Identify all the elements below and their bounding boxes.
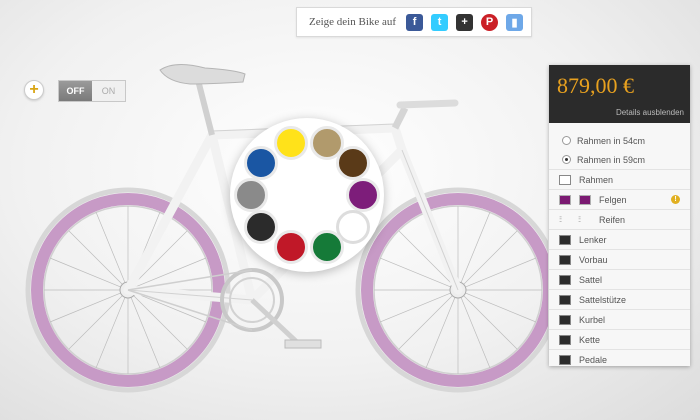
size-option-54[interactable]: Rahmen in 54cm [549, 131, 690, 150]
save-icon[interactable]: ▮ [506, 13, 524, 31]
part-label: Rahmen [579, 174, 614, 185]
size-label-54: Rahmen in 54cm [577, 135, 646, 146]
part-kurbel[interactable]: Kurbel [549, 309, 690, 329]
swatch-purple[interactable] [346, 178, 380, 212]
radio-54[interactable] [562, 136, 571, 145]
part-label: Kurbel [579, 314, 606, 325]
kurbel-color-swatch[interactable] [559, 314, 571, 325]
share-bar: Zeige dein Bike auf f t + P ▮ [296, 7, 532, 37]
part-label: Felgen [599, 194, 627, 205]
swatch-green[interactable] [310, 230, 344, 264]
facebook-icon[interactable]: f [406, 13, 424, 31]
tire-icon[interactable]: ⫶⫶ [578, 215, 591, 225]
kette-color-swatch[interactable] [559, 334, 571, 345]
size-label-59: Rahmen in 59cm [577, 154, 646, 165]
price: 879,00 € [557, 73, 634, 98]
swatch-black[interactable] [244, 210, 278, 244]
part-rahmen[interactable]: Rahmen [549, 169, 690, 189]
share-label: Zeige dein Bike auf [309, 16, 397, 28]
part-sattelstuetze[interactable]: Sattelstütze [549, 289, 690, 309]
part-label: Reifen [599, 214, 626, 225]
swatch-gray[interactable] [234, 178, 268, 212]
pedale-color-swatch[interactable] [559, 354, 571, 365]
part-label: Vorbau [579, 254, 608, 265]
sattelstuetze-color-swatch[interactable] [559, 294, 571, 305]
part-pedale[interactable]: Pedale [549, 349, 690, 369]
part-sattel[interactable]: Sattel [549, 269, 690, 289]
size-option-59[interactable]: Rahmen in 59cm [549, 150, 690, 169]
part-vorbau[interactable]: Vorbau [549, 249, 690, 269]
part-label: Sattelstütze [579, 294, 627, 305]
part-label: Sattel [579, 274, 603, 285]
sattel-color-swatch[interactable] [559, 274, 571, 285]
swatch-yellow[interactable] [274, 126, 308, 160]
config-panel: 879,00 € Details ausblenden Rahmen in 54… [549, 65, 690, 366]
details-hide-link[interactable]: Details ausblenden [616, 108, 684, 117]
swatch-blue[interactable] [244, 146, 278, 180]
part-felgen[interactable]: Felgen ! [549, 189, 690, 209]
part-label: Lenker [579, 234, 607, 245]
twitter-icon[interactable]: t [431, 13, 449, 31]
felgen-color-swatch-1[interactable] [559, 194, 571, 205]
radio-59[interactable] [562, 155, 571, 164]
part-lenker[interactable]: Lenker [549, 229, 690, 249]
warning-icon[interactable]: ! [671, 195, 680, 204]
tire-icon[interactable]: ⫶⫶ [559, 215, 572, 225]
part-reifen[interactable]: ⫶⫶ ⫶⫶ Reifen [549, 209, 690, 229]
part-label: Pedale [579, 354, 608, 365]
price-box: 879,00 € Details ausblenden [549, 65, 690, 123]
swatch-brown[interactable] [336, 146, 370, 180]
part-kette[interactable]: Kette [549, 329, 690, 349]
pinterest-icon[interactable]: P [481, 13, 499, 31]
swatch-red[interactable] [274, 230, 308, 264]
lenker-color-swatch[interactable] [559, 234, 571, 245]
googleplus-icon[interactable]: + [456, 13, 474, 31]
felgen-color-swatch-2[interactable] [579, 194, 591, 205]
vorbau-color-swatch[interactable] [559, 254, 571, 265]
part-label: Kette [579, 334, 601, 345]
rahmen-color-swatch[interactable] [559, 174, 571, 185]
color-picker [230, 118, 384, 272]
